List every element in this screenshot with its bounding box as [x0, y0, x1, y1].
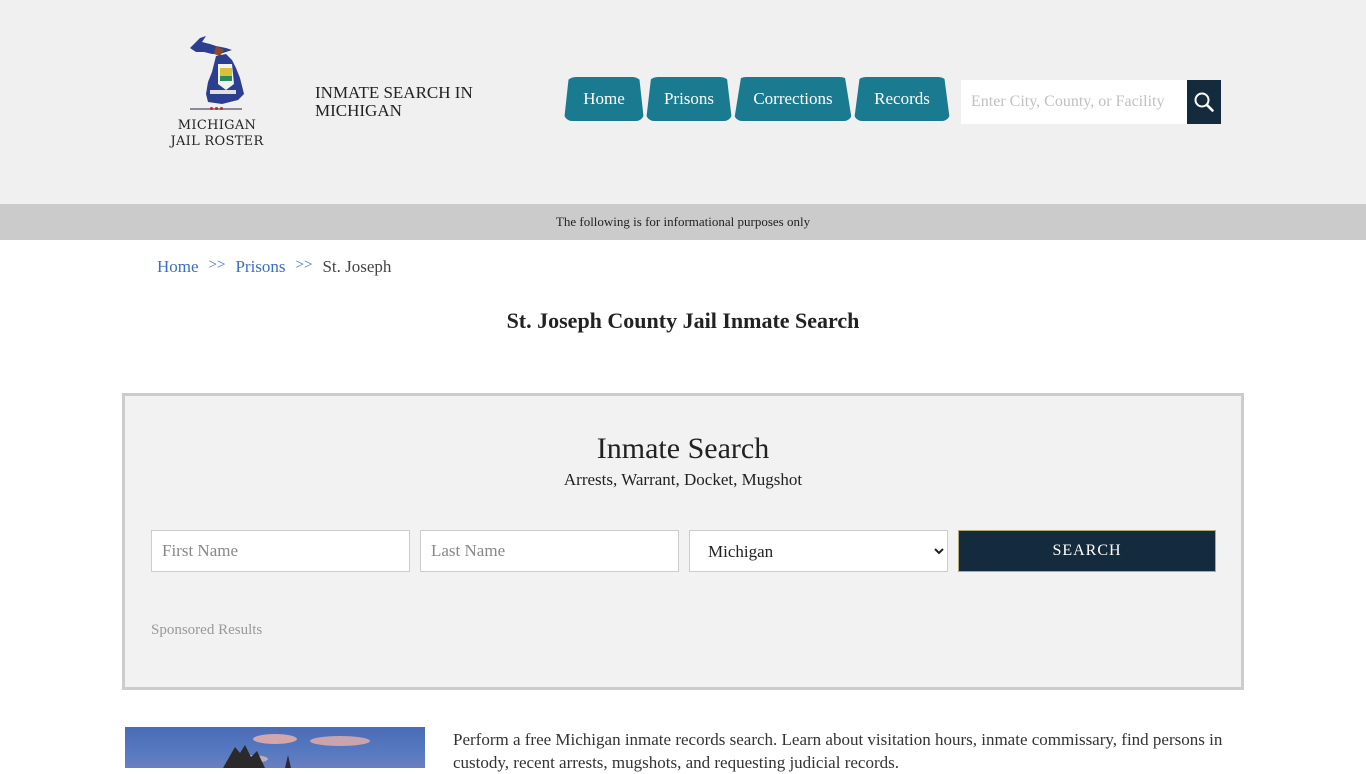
intro-paragraph: Perform a free Michigan inmate records s…	[453, 730, 1223, 772]
nav-home[interactable]: Home	[564, 77, 644, 121]
search-icon	[1194, 92, 1214, 112]
logo-line-1: MICHIGAN	[177, 118, 257, 133]
state-select[interactable]: Michigan	[689, 530, 948, 572]
nav-corrections[interactable]: Corrections	[734, 77, 852, 121]
first-name-input[interactable]	[151, 530, 410, 572]
landscape-photo	[223, 734, 370, 768]
main-nav: Home Prisons Corrections Records	[564, 77, 952, 121]
panel-title: Inmate Search	[596, 432, 770, 465]
site-title-line-1: INMATE SEARCH IN	[315, 83, 473, 102]
nav-prisons[interactable]: Prisons	[646, 77, 732, 121]
site-title-line-2: MICHIGAN	[315, 101, 402, 120]
search-submit-button[interactable]: SEARCH	[958, 530, 1216, 572]
breadcrumb-separator: >>	[208, 257, 226, 273]
nav-records[interactable]: Records	[854, 77, 950, 121]
site-logo[interactable]: MICHIGAN JAIL ROSTER	[166, 32, 268, 156]
breadcrumb-home[interactable]: Home	[157, 257, 199, 277]
logo-text: MICHIGAN JAIL ROSTER	[166, 118, 268, 150]
breadcrumb-current: St. Joseph	[322, 257, 392, 276]
page-title: St. Joseph County Jail Inmate Search	[506, 308, 860, 333]
breadcrumb-prisons[interactable]: Prisons	[235, 257, 285, 277]
logo-dots	[210, 106, 224, 112]
site-header: MICHIGAN JAIL ROSTER INMATE SEARCH IN MI…	[0, 0, 1366, 204]
last-name-input[interactable]	[420, 530, 679, 572]
breadcrumb: Home >> Prisons >> St. Joseph	[157, 257, 391, 277]
sponsored-results-label: Sponsored Results	[151, 622, 263, 638]
inmate-search-form: Michigan SEARCH	[151, 530, 1216, 572]
info-bar: The following is for informational purpo…	[0, 204, 1366, 240]
site-search	[961, 80, 1221, 124]
breadcrumb-separator: >>	[295, 257, 313, 273]
michigan-map-icon	[190, 36, 244, 104]
logo-line-2: JAIL ROSTER	[170, 134, 264, 149]
site-search-input[interactable]	[961, 80, 1187, 124]
site-title: INMATE SEARCH IN MICHIGAN	[315, 84, 473, 120]
feature-image	[125, 727, 425, 768]
inmate-search-panel: Inmate Search Arrests, Warrant, Docket, …	[122, 393, 1244, 690]
panel-subtitle: Arrests, Warrant, Docket, Mugshot	[563, 470, 803, 489]
site-search-button[interactable]	[1187, 80, 1221, 124]
